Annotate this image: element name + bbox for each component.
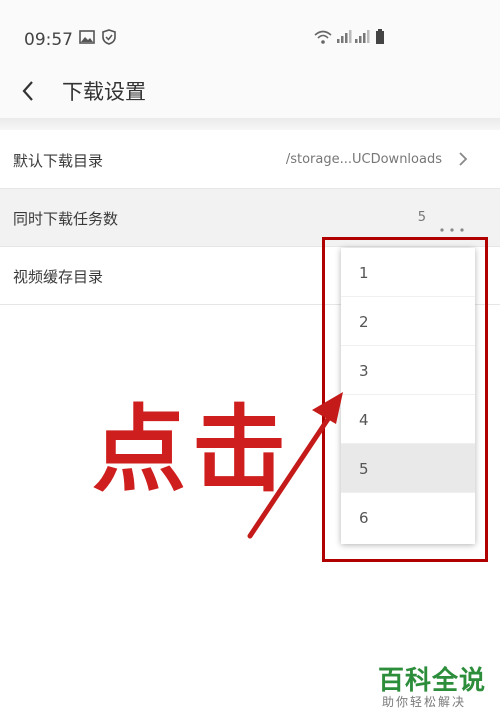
dropdown-option[interactable]: 6: [341, 493, 475, 542]
dropdown-option[interactable]: 3: [341, 346, 475, 395]
battery-icon: [375, 29, 385, 49]
chevron-right-icon: [458, 151, 468, 171]
wifi-icon: [313, 29, 333, 49]
setting-value: 5: [417, 210, 426, 225]
signal-icon: [336, 29, 352, 48]
page-title: 下载设置: [62, 80, 146, 104]
status-bar: 09:57: [0, 0, 500, 72]
setting-label: 默认下载目录: [13, 152, 104, 170]
setting-label: 视频缓存目录: [13, 268, 104, 286]
setting-row-download-dir[interactable]: 默认下载目录 /storage...UCDownloads: [0, 131, 500, 189]
back-button[interactable]: [14, 76, 42, 106]
signal-icon-2: [354, 29, 370, 48]
watermark-subtitle: 助你轻松解决: [382, 695, 467, 709]
dropdown-option[interactable]: 1: [341, 248, 475, 297]
more-dots-icon: [440, 217, 464, 236]
task-count-dropdown: 1 2 3 4 5 6: [341, 248, 475, 544]
gallery-icon: [79, 29, 95, 48]
watermark-title: 百科全说: [378, 666, 487, 696]
dropdown-option-selected[interactable]: 5: [341, 444, 475, 493]
dropdown-option[interactable]: 2: [341, 297, 475, 346]
app-header: 下载设置: [0, 64, 500, 118]
status-time: 09:57: [24, 30, 73, 50]
chevron-left-icon: [22, 81, 33, 101]
shield-icon: [102, 29, 116, 49]
setting-value: /storage...UCDownloads: [285, 152, 442, 167]
setting-label: 同时下载任务数: [13, 210, 119, 228]
header-divider: [0, 118, 500, 130]
dropdown-option[interactable]: 4: [341, 395, 475, 444]
annotation-text: 点击: [92, 396, 293, 505]
